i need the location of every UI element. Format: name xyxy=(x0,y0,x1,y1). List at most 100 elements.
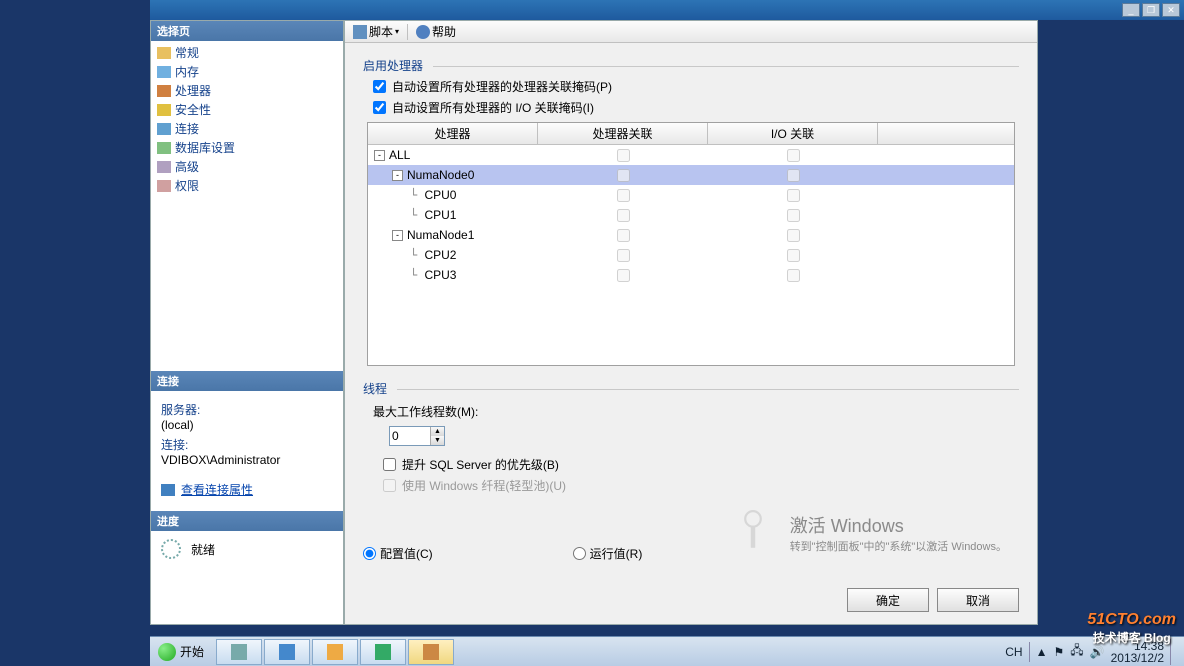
view-connection-properties-link[interactable]: 查看连接属性 xyxy=(161,481,333,498)
taskbar: 开始 CH ▲ ⚑ 🖧 🔊 14:38 2013/12/2 xyxy=(150,636,1184,666)
tree-toggle-icon[interactable]: - xyxy=(374,150,385,161)
row-label: NumaNode1 xyxy=(407,228,474,242)
tray-flag-icon[interactable]: ⚑ xyxy=(1054,645,1065,659)
tray-volume-icon[interactable]: 🔊 xyxy=(1090,645,1105,659)
boost-priority-checkbox[interactable] xyxy=(383,458,396,471)
processor-grid: 处理器 处理器关联 I/O 关联 -ALL-NumaNode0└ CPU0└ C… xyxy=(367,122,1015,366)
page-icon xyxy=(157,123,171,135)
processor-affinity-checkbox xyxy=(617,229,630,242)
sidebar: 选择页 常规内存处理器安全性连接数据库设置高级权限 连接 服务器: (local… xyxy=(150,20,344,625)
sidebar-item-3[interactable]: 安全性 xyxy=(151,100,343,119)
max-workers-input[interactable] xyxy=(390,427,430,445)
activation-watermark: 激活 Windows 转到"控制面板"中的"系统"以激活 Windows。 xyxy=(790,512,1007,554)
outer-restore-button[interactable]: ❐ xyxy=(1142,3,1160,17)
task-item-2[interactable] xyxy=(264,639,310,665)
script-dropdown-icon[interactable]: ▾ xyxy=(395,27,399,36)
task-item-3[interactable] xyxy=(312,639,358,665)
row-label: CPU3 xyxy=(424,268,456,282)
processor-affinity-checkbox xyxy=(617,169,630,182)
sidebar-item-2[interactable]: 处理器 xyxy=(151,81,343,100)
language-indicator[interactable]: CH xyxy=(1005,645,1022,659)
toolbar: 脚本 ▾ 帮助 xyxy=(345,21,1037,43)
page-icon xyxy=(157,161,171,173)
tray-network-icon[interactable]: 🖧 xyxy=(1070,641,1083,662)
start-orb-icon xyxy=(158,643,176,661)
io-affinity-checkbox xyxy=(787,209,800,222)
io-affinity-checkbox xyxy=(787,169,800,182)
io-affinity-checkbox xyxy=(787,189,800,202)
properties-icon xyxy=(161,484,175,496)
row-label: CPU0 xyxy=(424,188,456,202)
tree-toggle-icon[interactable]: - xyxy=(392,230,403,241)
row-label: NumaNode0 xyxy=(407,168,474,182)
page-icon xyxy=(157,142,171,154)
task-item-1[interactable] xyxy=(216,639,262,665)
grid-row[interactable]: -NumaNode0 xyxy=(368,165,1014,185)
running-values-radio[interactable]: 运行值(R) xyxy=(573,545,643,562)
watermark-icon xyxy=(739,510,767,550)
processor-affinity-checkbox xyxy=(617,269,630,282)
sidebar-item-4[interactable]: 连接 xyxy=(151,119,343,138)
spinner-down-icon[interactable]: ▼ xyxy=(431,436,444,445)
auto-processor-affinity-checkbox[interactable] xyxy=(373,80,386,93)
sidebar-item-0[interactable]: 常规 xyxy=(151,43,343,62)
task-item-5[interactable] xyxy=(408,639,454,665)
auto-processor-affinity-label: 自动设置所有处理器的处理器关联掩码(P) xyxy=(392,78,612,95)
progress-spinner-icon xyxy=(161,539,181,559)
cancel-button[interactable]: 取消 xyxy=(937,588,1019,612)
ok-button[interactable]: 确定 xyxy=(847,588,929,612)
connection-value: VDIBOX\Administrator xyxy=(161,453,333,467)
row-label: CPU2 xyxy=(424,248,456,262)
grid-row[interactable]: └ CPU1 xyxy=(368,205,1014,225)
configured-values-radio[interactable]: 配置值(C) xyxy=(363,545,433,562)
help-button[interactable]: 帮助 xyxy=(412,23,460,40)
sidebar-item-7[interactable]: 权限 xyxy=(151,176,343,195)
sidebar-item-6[interactable]: 高级 xyxy=(151,157,343,176)
sidebar-item-1[interactable]: 内存 xyxy=(151,62,343,81)
pages-header: 选择页 xyxy=(151,21,343,41)
io-affinity-checkbox xyxy=(787,229,800,242)
io-affinity-checkbox xyxy=(787,149,800,162)
grid-row[interactable]: -ALL xyxy=(368,145,1014,165)
grid-row[interactable]: └ CPU0 xyxy=(368,185,1014,205)
outer-titlebar: _ ❐ ✕ xyxy=(150,0,1184,20)
grid-row[interactable]: └ CPU2 xyxy=(368,245,1014,265)
page-icon xyxy=(157,85,171,97)
outer-close-button[interactable]: ✕ xyxy=(1162,3,1180,17)
col-io-affinity: I/O 关联 xyxy=(708,123,878,144)
processor-affinity-checkbox xyxy=(617,249,630,262)
sidebar-item-5[interactable]: 数据库设置 xyxy=(151,138,343,157)
page-icon xyxy=(157,47,171,59)
spinner-up-icon[interactable]: ▲ xyxy=(431,427,444,436)
auto-io-affinity-label: 自动设置所有处理器的 I/O 关联掩码(I) xyxy=(392,99,594,116)
page-icon xyxy=(157,104,171,116)
page-icon xyxy=(157,180,171,192)
io-affinity-checkbox xyxy=(787,249,800,262)
script-button[interactable]: 脚本 ▾ xyxy=(349,23,403,40)
start-button[interactable]: 开始 xyxy=(150,637,212,666)
toolbar-separator xyxy=(407,24,408,40)
auto-io-affinity-checkbox[interactable] xyxy=(373,101,386,114)
task-item-4[interactable] xyxy=(360,639,406,665)
outer-minimize-button[interactable]: _ xyxy=(1122,3,1140,17)
progress-header: 进度 xyxy=(151,511,343,531)
processor-affinity-checkbox xyxy=(617,189,630,202)
row-label: CPU1 xyxy=(424,208,456,222)
main-panel: 脚本 ▾ 帮助 启用处理器 自动设置所有处理器的处理器关联掩码(P) 自动设置所… xyxy=(344,20,1038,625)
server-value: (local) xyxy=(161,418,333,432)
use-fibers-label: 使用 Windows 纤程(轻型池)(U) xyxy=(402,477,566,494)
tray-icon-1[interactable]: ▲ xyxy=(1036,645,1048,659)
progress-status: 就绪 xyxy=(191,541,215,558)
connection-header: 连接 xyxy=(151,371,343,391)
boost-priority-label: 提升 SQL Server 的优先级(B) xyxy=(402,456,559,473)
grid-row[interactable]: -NumaNode1 xyxy=(368,225,1014,245)
max-workers-label: 最大工作线程数(M): xyxy=(373,403,1019,420)
page-icon xyxy=(157,66,171,78)
script-icon xyxy=(353,25,367,39)
row-label: ALL xyxy=(389,148,410,162)
use-fibers-checkbox xyxy=(383,479,396,492)
help-icon xyxy=(416,25,430,39)
tree-toggle-icon[interactable]: - xyxy=(392,170,403,181)
grid-row[interactable]: └ CPU3 xyxy=(368,265,1014,285)
max-workers-spinner[interactable]: ▲ ▼ xyxy=(389,426,445,446)
